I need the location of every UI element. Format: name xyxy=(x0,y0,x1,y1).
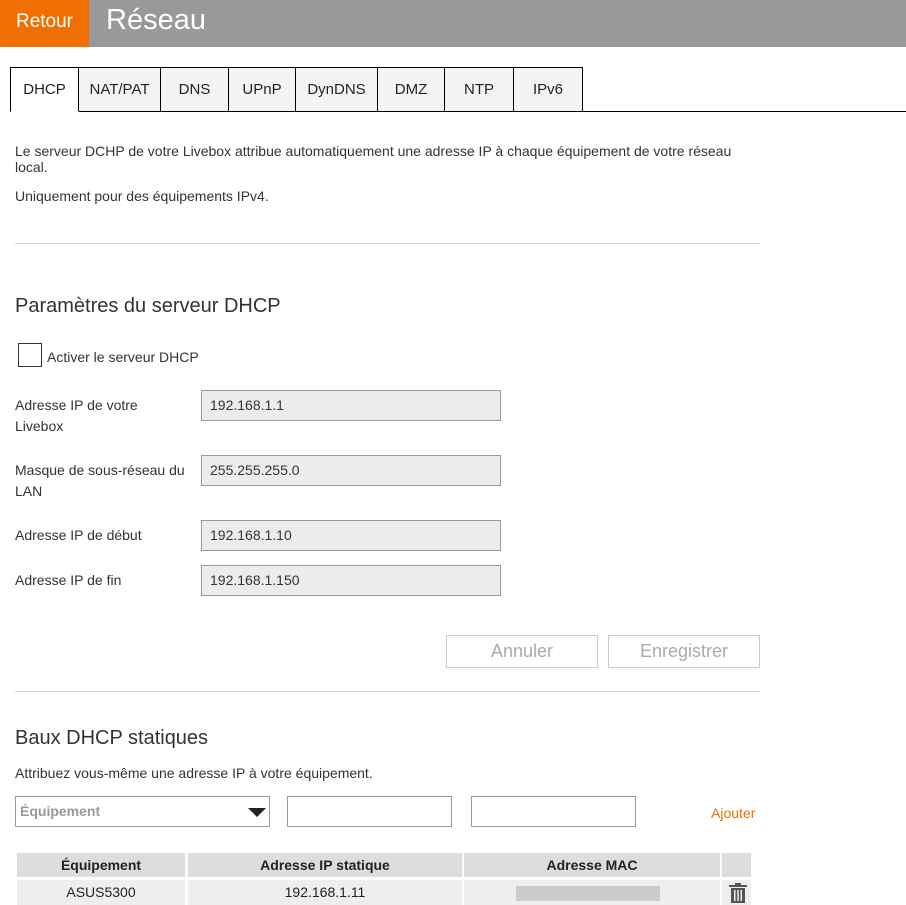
tab-dmz[interactable]: DMZ xyxy=(378,67,445,112)
tabs-baseline xyxy=(583,111,906,112)
static-leases-description: Attribuez vous-même une adresse IP à vot… xyxy=(15,765,373,781)
mac-address-redacted xyxy=(516,886,660,901)
tab-upnp[interactable]: UPnP xyxy=(229,67,296,112)
tab-nat-pat[interactable]: NAT/PAT xyxy=(79,67,161,112)
static-ip-input[interactable] xyxy=(287,796,452,827)
intro-text: Le serveur DCHP de votre Livebox attribu… xyxy=(15,143,732,175)
divider xyxy=(15,691,760,692)
end-ip-label: Adresse IP de fin xyxy=(15,572,122,588)
chevron-down-icon xyxy=(248,808,266,817)
trash-icon[interactable] xyxy=(729,883,747,903)
tab-dyndns[interactable]: DynDNS xyxy=(296,67,378,112)
add-lease-link[interactable]: Ajouter xyxy=(711,805,755,821)
device-select[interactable]: Équipement xyxy=(15,796,270,827)
save-button[interactable]: Enregistrer xyxy=(608,635,760,668)
livebox-ip-label: Adresse IP de votre Livebox xyxy=(15,397,138,434)
table-cell-static-ip: 192.168.1.11 xyxy=(188,880,462,905)
subnet-mask-input[interactable]: 255.255.255.0 xyxy=(201,455,501,486)
enable-dhcp-checkbox[interactable] xyxy=(18,343,42,367)
back-button[interactable]: Retour xyxy=(0,0,89,47)
table-cell-actions xyxy=(722,880,751,905)
dhcp-settings-title: Paramètres du serveur DHCP xyxy=(15,295,281,317)
livebox-ip-input[interactable]: 192.168.1.1 xyxy=(201,390,501,421)
column-header-device: Équipement xyxy=(17,853,185,877)
tab-dhcp[interactable]: DHCP xyxy=(10,67,79,112)
enable-dhcp-label: Activer le serveur DHCP xyxy=(47,349,199,365)
page-title: Réseau xyxy=(106,4,206,36)
column-header-mac: Adresse MAC xyxy=(464,853,720,877)
column-header-static-ip: Adresse IP statique xyxy=(188,853,462,877)
column-header-actions xyxy=(722,853,751,877)
tab-bar: DHCP NAT/PAT DNS UPnP DynDNS DMZ NTP IPv… xyxy=(10,67,583,112)
start-ip-input[interactable]: 192.168.1.10 xyxy=(201,520,501,551)
start-ip-label: Adresse IP de début xyxy=(15,527,142,543)
tab-ipv6[interactable]: IPv6 xyxy=(514,67,583,112)
mac-address-input[interactable] xyxy=(471,796,636,827)
end-ip-input[interactable]: 192.168.1.150 xyxy=(201,565,501,596)
device-select-value: Équipement xyxy=(20,803,101,819)
intro-note: Uniquement pour des équipements IPv4. xyxy=(15,188,269,204)
table-cell-mac xyxy=(464,880,720,905)
cancel-button[interactable]: Annuler xyxy=(446,635,598,668)
tab-dns[interactable]: DNS xyxy=(161,67,229,112)
table-cell-device: ASUS5300 xyxy=(17,880,185,905)
tab-ntp[interactable]: NTP xyxy=(445,67,514,112)
top-header: Retour Réseau xyxy=(0,0,906,47)
divider xyxy=(15,243,760,244)
static-leases-title: Baux DHCP statiques xyxy=(15,727,209,749)
subnet-mask-label: Masque de sous-réseau du LAN xyxy=(15,462,185,499)
